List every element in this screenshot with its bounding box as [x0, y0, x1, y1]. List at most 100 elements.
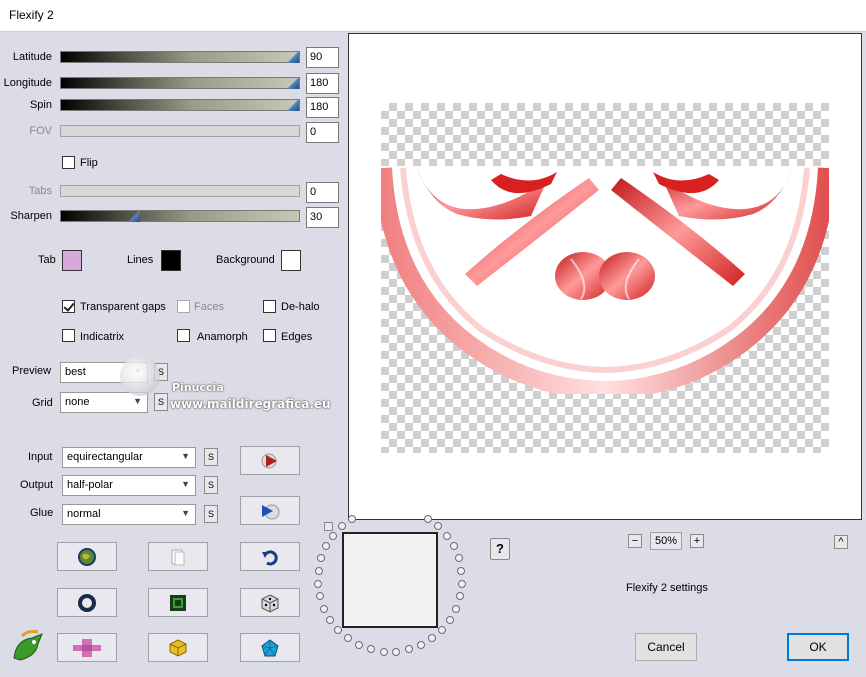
- navigator-ring-dot[interactable]: [457, 579, 466, 588]
- navigator-ring-dot[interactable]: [428, 634, 437, 643]
- navigator-ring-dot[interactable]: [315, 592, 324, 601]
- spin-input[interactable]: 180: [306, 97, 339, 118]
- navigator-ring-dot[interactable]: [433, 522, 442, 531]
- sharpen-slider[interactable]: [60, 210, 300, 222]
- faces-checkbox[interactable]: [177, 300, 190, 313]
- navigator-ring-dot[interactable]: [449, 542, 458, 551]
- dice-button[interactable]: [240, 588, 300, 617]
- lines-color-swatch[interactable]: [161, 250, 181, 271]
- tabs-slider[interactable]: [60, 185, 300, 197]
- pentagon-button[interactable]: [240, 633, 300, 662]
- flip-checkbox[interactable]: [62, 156, 75, 169]
- apply-output-button[interactable]: [240, 496, 300, 525]
- navigator-ring-dot[interactable]: [338, 522, 347, 531]
- square-frame-button[interactable]: [148, 588, 208, 617]
- navigator-ring-dot[interactable]: [445, 615, 454, 624]
- undo-button[interactable]: [240, 542, 300, 571]
- spin-slider[interactable]: [60, 99, 300, 111]
- output-select[interactable]: half-polar ▼: [62, 475, 196, 496]
- glue-label: Glue: [30, 507, 54, 519]
- grid-s-button[interactable]: S: [154, 393, 168, 411]
- output-label: Output: [20, 479, 54, 491]
- latitude-input[interactable]: 90: [306, 47, 339, 68]
- latitude-slider[interactable]: [60, 51, 300, 63]
- latitude-slider-thumb[interactable]: [287, 51, 299, 63]
- longitude-label: Longitude: [3, 77, 52, 89]
- chevron-down-icon: ▼: [181, 508, 190, 518]
- anamorph-checkbox[interactable]: [177, 329, 190, 342]
- zoom-out-button[interactable]: −: [628, 534, 642, 548]
- navigator-ring-dot[interactable]: [452, 604, 461, 613]
- ring-button[interactable]: [57, 588, 117, 617]
- chevron-down-icon: ▼: [181, 451, 190, 461]
- anamorph-label: Anamorph: [197, 331, 248, 343]
- input-label: Input: [28, 451, 53, 463]
- navigator-ring-dot[interactable]: [437, 625, 446, 634]
- cross-shape-button[interactable]: [57, 633, 117, 662]
- navigator-ring-dot[interactable]: [322, 542, 331, 551]
- navigator-ring-dot[interactable]: [366, 645, 375, 654]
- glue-s-button[interactable]: S: [204, 505, 218, 523]
- navigator-thumbnail[interactable]: [342, 532, 438, 628]
- navigator-ring-dot[interactable]: [423, 514, 432, 523]
- input-select-value: equirectangular: [67, 451, 143, 463]
- help-button[interactable]: ?: [490, 538, 510, 560]
- sharpen-input[interactable]: 30: [306, 207, 339, 228]
- navigator-ring-dot[interactable]: [326, 615, 335, 624]
- cancel-button[interactable]: Cancel: [635, 633, 697, 661]
- navigator-ring-dot[interactable]: [456, 592, 465, 601]
- fov-input[interactable]: 0: [306, 122, 339, 143]
- ok-button[interactable]: OK: [787, 633, 849, 661]
- navigator-ring-dot[interactable]: [343, 634, 352, 643]
- longitude-slider[interactable]: [60, 77, 300, 89]
- sharpen-slider-thumb[interactable]: [128, 210, 140, 222]
- output-s-button[interactable]: S: [204, 476, 218, 494]
- navigator-ring-dot[interactable]: [314, 579, 323, 588]
- longitude-slider-thumb[interactable]: [287, 77, 299, 89]
- transparent-gaps-checkbox[interactable]: [62, 300, 75, 313]
- input-select[interactable]: equirectangular ▼: [62, 447, 196, 468]
- longitude-input[interactable]: 180: [306, 73, 339, 94]
- undo-icon: [262, 549, 278, 565]
- edges-checkbox[interactable]: [263, 329, 276, 342]
- sharpen-label: Sharpen: [10, 210, 52, 222]
- tabs-input[interactable]: 0: [306, 182, 339, 203]
- apply-input-button[interactable]: [240, 446, 300, 475]
- collapse-button[interactable]: ^: [834, 535, 848, 549]
- copy-button[interactable]: [148, 542, 208, 571]
- navigator-ring-dot[interactable]: [334, 625, 343, 634]
- fov-slider[interactable]: [60, 125, 300, 137]
- navigator-handle[interactable]: [324, 522, 333, 531]
- navigator-ring-dot[interactable]: [329, 531, 338, 540]
- spin-label: Spin: [29, 99, 52, 111]
- preview-canvas[interactable]: [348, 33, 862, 520]
- navigator-ring-dot[interactable]: [319, 604, 328, 613]
- navigator-ring-dot[interactable]: [317, 554, 326, 563]
- cube-icon: [169, 638, 187, 657]
- navigator-ring-dot[interactable]: [454, 554, 463, 563]
- de-halo-label: De-halo: [281, 301, 320, 313]
- background-color-label: Background: [216, 254, 275, 266]
- de-halo-checkbox[interactable]: [263, 300, 276, 313]
- glue-select[interactable]: normal ▼: [62, 504, 196, 525]
- chevron-down-icon: ▼: [133, 396, 142, 406]
- navigator-ring-dot[interactable]: [348, 514, 357, 523]
- navigator-ring-dot[interactable]: [354, 640, 363, 649]
- zoom-in-button[interactable]: +: [690, 534, 704, 548]
- input-s-button[interactable]: S: [204, 448, 218, 466]
- indicatrix-checkbox[interactable]: [62, 329, 75, 342]
- navigator-ring-dot[interactable]: [417, 640, 426, 649]
- navigator-ring-dot[interactable]: [442, 531, 451, 540]
- navigator-ring-dot[interactable]: [405, 645, 414, 654]
- navigator-ring-dot[interactable]: [379, 647, 388, 656]
- copy-icon: [171, 549, 185, 565]
- cube-button[interactable]: [148, 633, 208, 662]
- globe-button[interactable]: [57, 542, 117, 571]
- navigator-ring-dot[interactable]: [392, 647, 401, 656]
- background-color-swatch[interactable]: [281, 250, 301, 271]
- tab-color-swatch[interactable]: [62, 250, 82, 271]
- watermark-url: www.maildiregrafica.eu: [170, 397, 331, 411]
- navigator-ring-dot[interactable]: [314, 566, 323, 575]
- navigator-ring-dot[interactable]: [457, 566, 466, 575]
- spin-slider-thumb[interactable]: [287, 99, 299, 111]
